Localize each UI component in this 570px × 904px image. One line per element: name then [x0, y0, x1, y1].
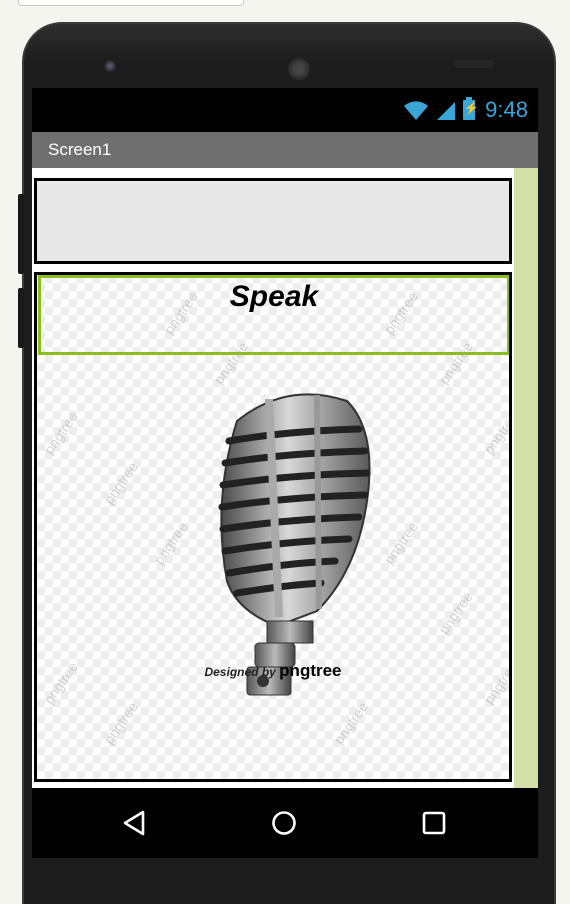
wifi-icon [404, 101, 429, 120]
device-screen: 9:48 Screen1 pngtree pngtree pngtree png… [32, 88, 538, 858]
speak-button-label-box[interactable]: Speak [38, 275, 509, 355]
credit-brand: pngtree [279, 661, 342, 680]
watermark: pngtree [150, 518, 191, 568]
front-camera [104, 60, 116, 72]
speak-image-button[interactable]: pngtree pngtree pngtree pngtree pngtree … [34, 272, 512, 782]
scrollbar-track[interactable] [514, 168, 538, 788]
watermark: pngtree [40, 408, 81, 458]
app-title-bar: Screen1 [32, 132, 538, 168]
speak-label: Speak [229, 280, 319, 313]
credit-prefix: Designed by [204, 665, 276, 679]
signal-icon [437, 102, 456, 120]
back-button[interactable] [114, 806, 154, 840]
watermark: pngtree [100, 458, 141, 508]
text-display-box[interactable] [34, 178, 512, 264]
watermark: pngtree [480, 408, 512, 458]
earpiece-speaker [288, 58, 310, 80]
watermark: pngtree [380, 518, 421, 568]
side-button-upper [18, 194, 24, 274]
recents-icon [422, 811, 446, 835]
battery-icon [463, 97, 479, 120]
watermark: pngtree [435, 588, 476, 638]
home-button[interactable] [264, 806, 304, 840]
watermark: pngtree [100, 698, 141, 748]
browser-tab-edge [18, 0, 244, 6]
proximity-sensor [454, 60, 494, 68]
screen-content[interactable]: pngtree pngtree pngtree pngtree pngtree … [32, 168, 538, 788]
navigation-bar [32, 788, 538, 858]
screen-title: Screen1 [48, 140, 112, 159]
back-icon [123, 810, 145, 836]
recents-button[interactable] [414, 806, 454, 840]
image-credit: Designed by pngtree [37, 661, 509, 681]
home-icon [272, 811, 296, 835]
status-bar: 9:48 [32, 88, 538, 132]
side-button-lower [18, 288, 24, 348]
status-time: 9:48 [485, 97, 528, 122]
